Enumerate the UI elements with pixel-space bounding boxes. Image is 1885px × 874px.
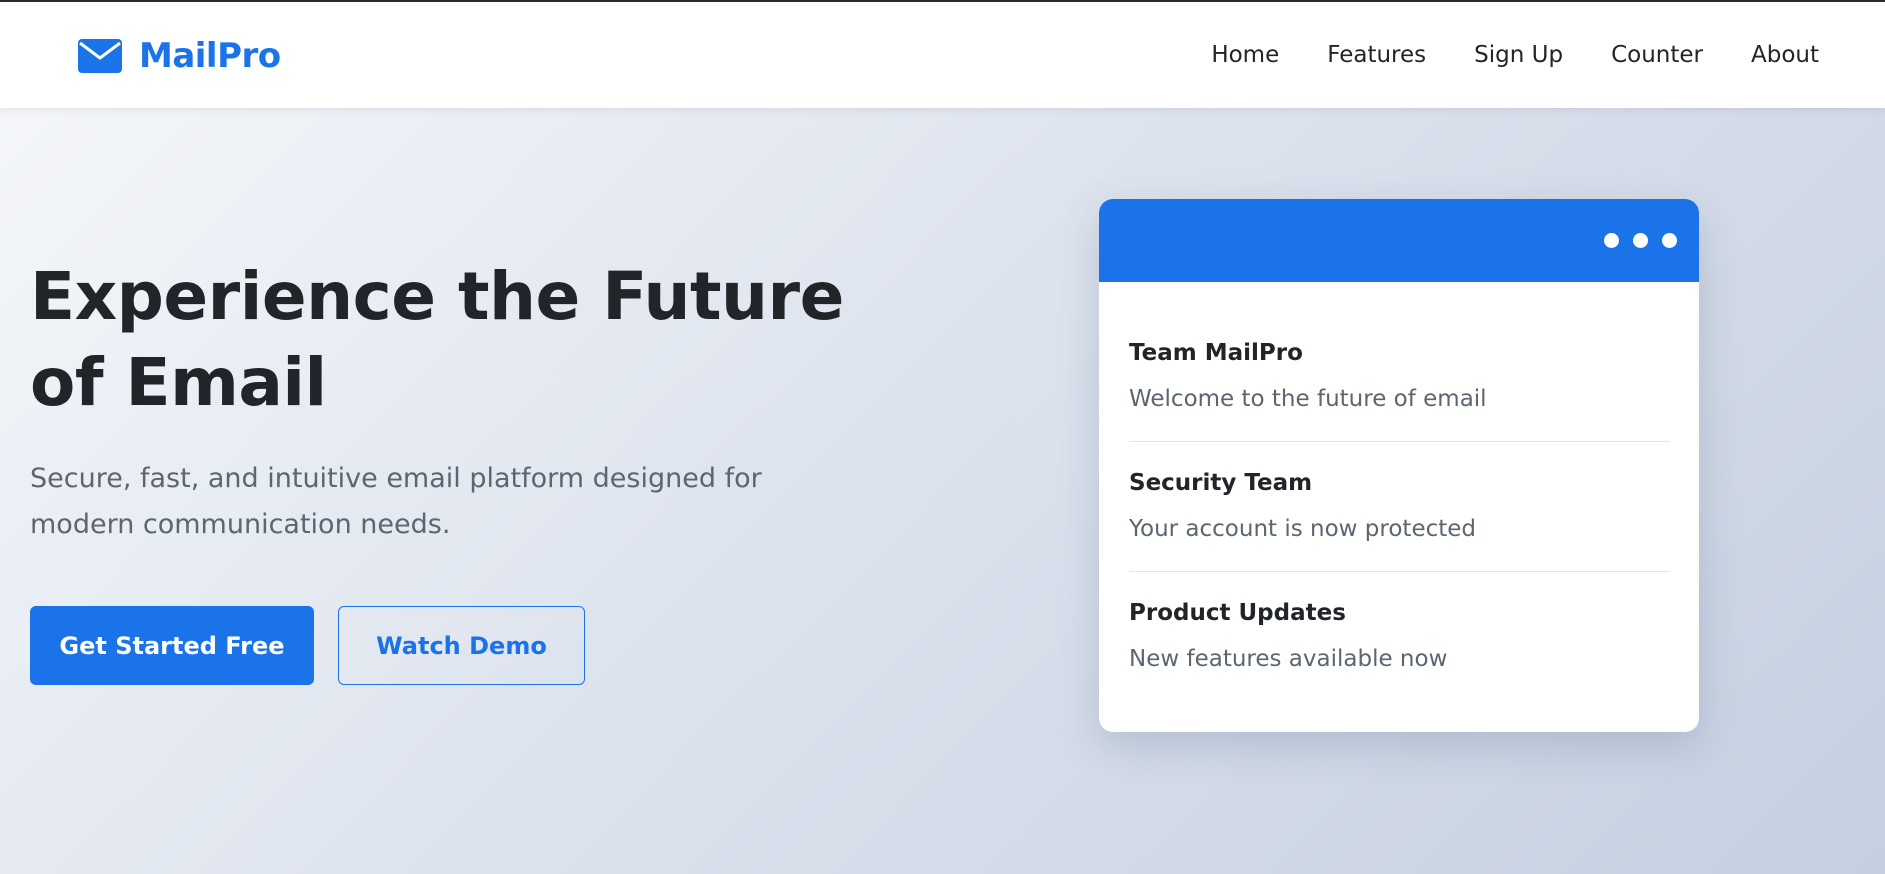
inbox-preview-card: Team MailPro Welcome to the future of em… bbox=[1099, 199, 1699, 732]
mail-list: Team MailPro Welcome to the future of em… bbox=[1099, 312, 1699, 702]
main-nav: Home Features Sign Up Counter About bbox=[1163, 2, 1819, 108]
mail-item[interactable]: Product Updates New features available n… bbox=[1129, 572, 1669, 702]
mail-sender: Team MailPro bbox=[1129, 340, 1303, 366]
watch-demo-button[interactable]: Watch Demo bbox=[338, 606, 585, 685]
window-dots bbox=[1590, 233, 1677, 248]
get-started-button[interactable]: Get Started Free bbox=[30, 606, 314, 685]
brand-logo[interactable]: MailPro bbox=[78, 36, 281, 76]
brand-name: MailPro bbox=[139, 36, 281, 76]
nav-home[interactable]: Home bbox=[1211, 42, 1279, 68]
hero-section: Experience the Future of Email Secure, f… bbox=[0, 108, 1885, 874]
envelope-icon bbox=[78, 39, 122, 73]
mail-item[interactable]: Security Team Your account is now protec… bbox=[1129, 442, 1669, 572]
dot-icon bbox=[1662, 233, 1677, 248]
nav-about[interactable]: About bbox=[1751, 42, 1819, 68]
mail-subject: Welcome to the future of email bbox=[1129, 386, 1487, 412]
mail-item[interactable]: Team MailPro Welcome to the future of em… bbox=[1129, 312, 1669, 442]
navbar: MailPro Home Features Sign Up Counter Ab… bbox=[0, 2, 1885, 108]
mail-subject: New features available now bbox=[1129, 646, 1448, 672]
hero-title: Experience the Future of Email bbox=[30, 258, 844, 421]
mail-sender: Product Updates bbox=[1129, 600, 1346, 626]
hero-subtitle: Secure, fast, and intuitive email platfo… bbox=[30, 463, 762, 540]
nav-counter[interactable]: Counter bbox=[1611, 42, 1703, 68]
dot-icon bbox=[1633, 233, 1648, 248]
nav-sign-up[interactable]: Sign Up bbox=[1474, 42, 1563, 68]
mail-sender: Security Team bbox=[1129, 470, 1313, 496]
nav-features[interactable]: Features bbox=[1327, 42, 1426, 68]
mail-subject: Your account is now protected bbox=[1129, 516, 1477, 542]
dot-icon bbox=[1604, 233, 1619, 248]
card-header bbox=[1099, 199, 1699, 282]
